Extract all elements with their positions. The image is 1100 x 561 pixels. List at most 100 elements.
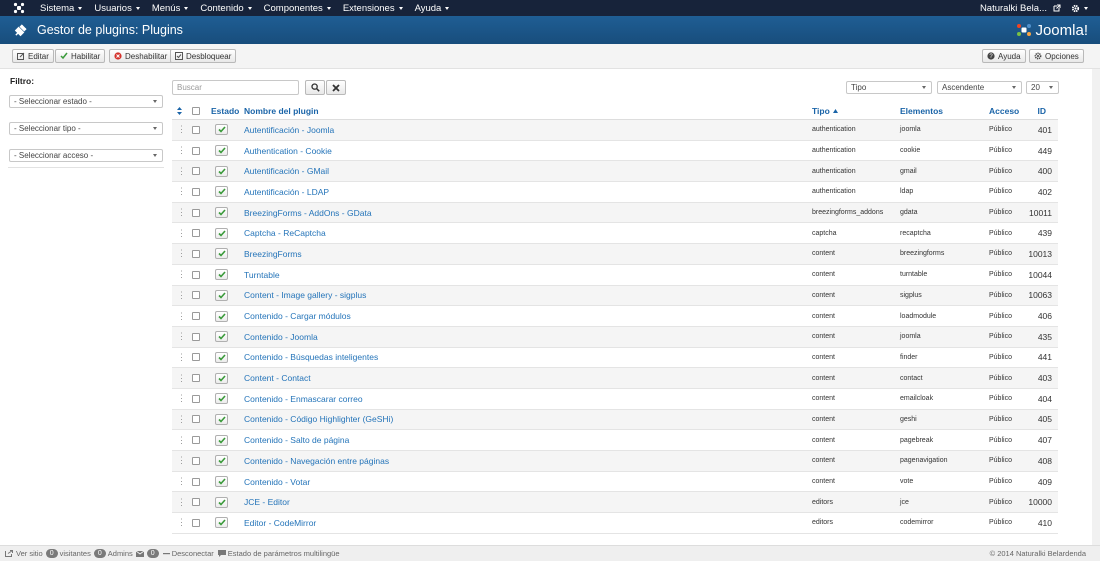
id-column-header[interactable]: ID: [1022, 102, 1047, 119]
access-filter-select[interactable]: - Seleccionar acceso -: [9, 149, 163, 162]
status-toggle-button[interactable]: [215, 120, 228, 140]
page-scrollbar[interactable]: [1092, 69, 1100, 545]
row-checkbox[interactable]: [192, 161, 200, 181]
plugin-name-link[interactable]: Content - Contact: [244, 368, 311, 388]
row-checkbox[interactable]: [192, 141, 200, 161]
access-column-header[interactable]: Acceso: [989, 102, 1019, 119]
clear-search-button[interactable]: [326, 80, 346, 95]
plugin-name-link[interactable]: Contenido - Enmascarar correo: [244, 389, 363, 409]
row-checkbox[interactable]: [192, 472, 200, 492]
nav-menu-componentes[interactable]: Componentes: [258, 0, 337, 16]
status-toggle-button[interactable]: [215, 306, 228, 326]
status-toggle-button[interactable]: [215, 141, 228, 161]
logout-link[interactable]: Desconectar: [172, 549, 214, 558]
unlock-button[interactable]: Desbloquear: [170, 49, 237, 63]
drag-handle-icon[interactable]: ⋮: [177, 492, 186, 512]
row-checkbox[interactable]: [192, 348, 200, 368]
drag-handle-icon[interactable]: ⋮: [177, 348, 186, 368]
plugin-name-link[interactable]: BreezingForms: [244, 244, 302, 264]
row-checkbox[interactable]: [192, 286, 200, 306]
status-toggle-button[interactable]: [215, 472, 228, 492]
status-toggle-button[interactable]: [215, 203, 228, 223]
row-checkbox[interactable]: [192, 265, 200, 285]
row-checkbox[interactable]: [192, 492, 200, 512]
status-toggle-button[interactable]: [215, 286, 228, 306]
status-toggle-button[interactable]: [215, 348, 228, 368]
sort-direction-select[interactable]: Ascendente: [937, 81, 1022, 94]
type-column-header[interactable]: Tipo: [812, 102, 838, 119]
status-toggle-button[interactable]: [215, 451, 228, 471]
plugin-name-link[interactable]: Contenido - Joomla: [244, 327, 318, 347]
row-checkbox[interactable]: [192, 368, 200, 388]
type-filter-select[interactable]: - Seleccionar tipo -: [9, 122, 163, 135]
row-checkbox[interactable]: [192, 306, 200, 326]
plugin-name-link[interactable]: Contenido - Salto de página: [244, 430, 349, 450]
status-toggle-button[interactable]: [215, 389, 228, 409]
plugin-name-link[interactable]: BreezingForms - AddOns - GData: [244, 203, 372, 223]
drag-handle-icon[interactable]: ⋮: [177, 182, 186, 202]
multilang-status-link[interactable]: Estado de parámetros multilingüe: [228, 549, 340, 558]
sort-field-select[interactable]: Tipo: [846, 81, 932, 94]
plugin-name-link[interactable]: Contenido - Código Highlighter (GeSHi): [244, 410, 393, 430]
drag-handle-icon[interactable]: ⋮: [177, 410, 186, 430]
row-checkbox[interactable]: [192, 120, 200, 140]
row-checkbox[interactable]: [192, 389, 200, 409]
search-input[interactable]: Buscar: [172, 80, 299, 95]
drag-handle-icon[interactable]: ⋮: [177, 161, 186, 181]
user-menu-label[interactable]: Naturalki Bela...: [980, 3, 1051, 14]
ordering-sort-icon[interactable]: [177, 102, 185, 119]
drag-handle-icon[interactable]: ⋮: [177, 286, 186, 306]
drag-handle-icon[interactable]: ⋮: [177, 120, 186, 140]
edit-button[interactable]: Editar: [12, 49, 54, 63]
nav-menu-extensiones[interactable]: Extensiones: [337, 0, 409, 16]
search-button[interactable]: [305, 80, 325, 95]
plugin-name-link[interactable]: Content - Image gallery - sigplus: [244, 286, 366, 306]
drag-handle-icon[interactable]: ⋮: [177, 368, 186, 388]
external-link-icon[interactable]: [1053, 4, 1061, 12]
enable-button[interactable]: Habilitar: [55, 49, 106, 63]
help-button[interactable]: ? Ayuda: [982, 49, 1026, 63]
drag-handle-icon[interactable]: ⋮: [177, 513, 186, 533]
status-toggle-button[interactable]: [215, 430, 228, 450]
drag-handle-icon[interactable]: ⋮: [177, 327, 186, 347]
state-filter-select[interactable]: - Seleccionar estado -: [9, 95, 163, 108]
row-checkbox[interactable]: [192, 451, 200, 471]
status-toggle-button[interactable]: [215, 161, 228, 181]
plugin-name-link[interactable]: Autentificación - GMail: [244, 161, 329, 181]
drag-handle-icon[interactable]: ⋮: [177, 472, 186, 492]
options-button[interactable]: Opciones: [1029, 49, 1084, 63]
drag-handle-icon[interactable]: ⋮: [177, 389, 186, 409]
plugin-name-link[interactable]: Contenido - Votar: [244, 472, 310, 492]
plugin-name-link[interactable]: Turntable: [244, 265, 280, 285]
plugin-name-link[interactable]: Contenido - Búsquedas inteligentes: [244, 348, 378, 368]
drag-handle-icon[interactable]: ⋮: [177, 451, 186, 471]
status-toggle-button[interactable]: [215, 513, 228, 533]
plugin-name-link[interactable]: Captcha - ReCaptcha: [244, 223, 326, 243]
row-checkbox[interactable]: [192, 203, 200, 223]
status-toggle-button[interactable]: [215, 410, 228, 430]
status-toggle-button[interactable]: [215, 492, 228, 512]
row-checkbox[interactable]: [192, 244, 200, 264]
nav-menu-sistema[interactable]: Sistema: [34, 0, 88, 16]
status-toggle-button[interactable]: [215, 244, 228, 264]
row-checkbox[interactable]: [192, 223, 200, 243]
disable-button[interactable]: Deshabilitar: [109, 49, 173, 63]
status-column-header[interactable]: Estado: [211, 102, 239, 119]
drag-handle-icon[interactable]: ⋮: [177, 223, 186, 243]
name-column-header[interactable]: Nombre del plugin: [244, 102, 319, 119]
status-toggle-button[interactable]: [215, 223, 228, 243]
nav-menu-ayuda[interactable]: Ayuda: [409, 0, 456, 16]
drag-handle-icon[interactable]: ⋮: [177, 141, 186, 161]
drag-handle-icon[interactable]: ⋮: [177, 265, 186, 285]
plugin-name-link[interactable]: Contenido - Navegación entre páginas: [244, 451, 389, 471]
joomla-logo-icon[interactable]: [12, 2, 26, 14]
status-toggle-button[interactable]: [215, 265, 228, 285]
gear-menu-icon[interactable]: [1071, 4, 1088, 13]
plugin-name-link[interactable]: JCE - Editor: [244, 492, 290, 512]
row-checkbox[interactable]: [192, 182, 200, 202]
status-toggle-button[interactable]: [215, 327, 228, 347]
plugin-name-link[interactable]: Autentificación - LDAP: [244, 182, 329, 202]
row-checkbox[interactable]: [192, 513, 200, 533]
status-toggle-button[interactable]: [215, 182, 228, 202]
drag-handle-icon[interactable]: ⋮: [177, 244, 186, 264]
